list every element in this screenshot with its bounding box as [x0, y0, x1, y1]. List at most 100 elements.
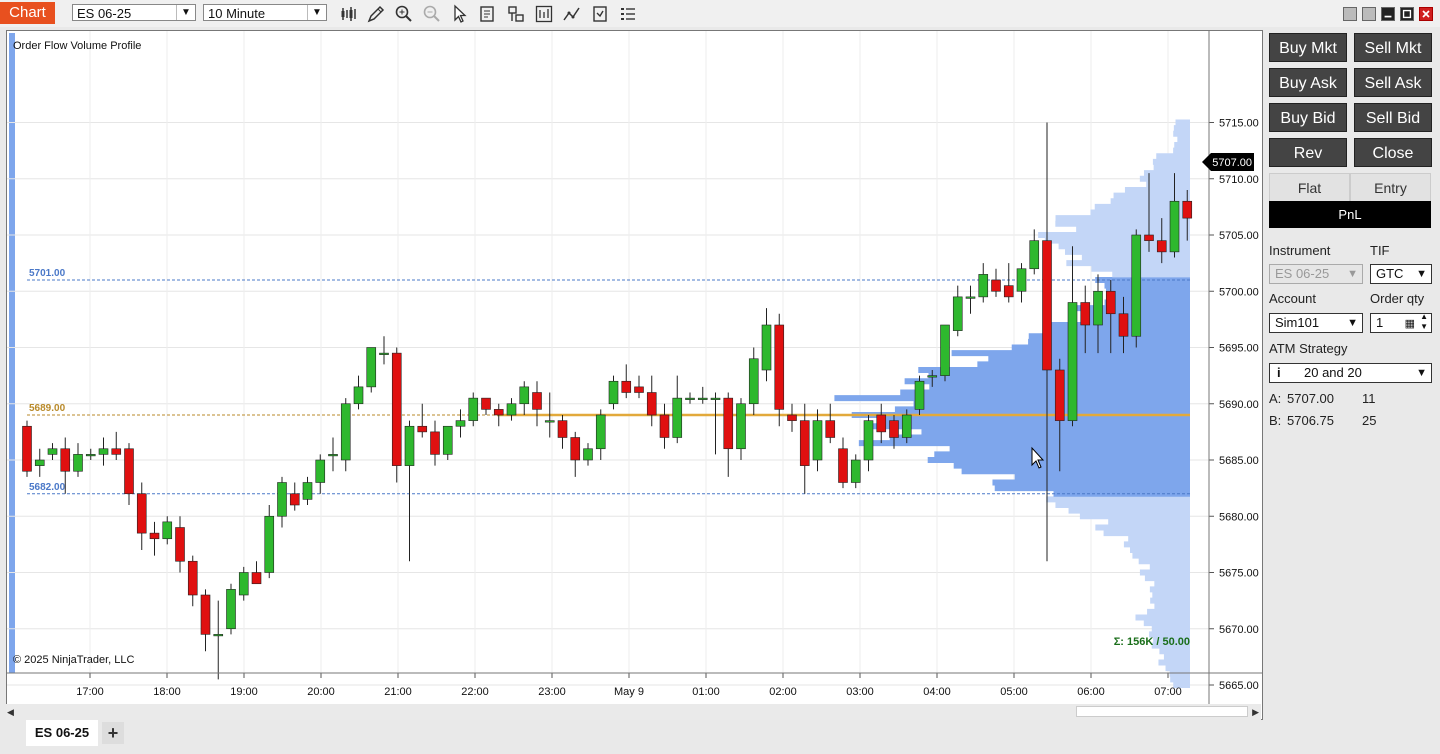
pointer-icon[interactable]	[450, 4, 470, 24]
data-box-icon[interactable]	[478, 4, 498, 24]
candle-body	[162, 521, 173, 540]
buy-ask-button[interactable]: Buy Ask	[1269, 68, 1347, 97]
y-tick-label: 5690.00	[1219, 399, 1259, 411]
instrument-selector[interactable]: ES 06-25 ▼	[72, 4, 196, 21]
candle-body	[481, 397, 491, 410]
scrollbar-thumb[interactable]	[1076, 706, 1248, 717]
buy-market-button[interactable]: Buy Mkt	[1269, 33, 1347, 62]
candle-body	[608, 380, 619, 405]
chart-area[interactable]: 5701.00 5689.00 5682.00 5715.00 5710.00 5705…	[6, 30, 1263, 720]
profile-bar	[1113, 192, 1190, 199]
x-tick-label: May 9	[614, 686, 644, 698]
sell-ask-button[interactable]: Sell Ask	[1354, 68, 1432, 97]
candle	[774, 313, 785, 427]
sell-bid-button[interactable]: Sell Bid	[1354, 103, 1432, 132]
buy-bid-button[interactable]: Buy Bid	[1269, 103, 1347, 132]
candle-body	[1016, 268, 1027, 292]
chart-menu-button[interactable]: Chart	[0, 2, 55, 24]
tif-value: GTC	[1376, 266, 1404, 281]
scroll-left-icon[interactable]: ◀	[7, 707, 14, 718]
profile-bar	[1169, 670, 1190, 677]
templates-icon[interactable]	[590, 4, 610, 24]
tif-select[interactable]: GTC ▼	[1370, 264, 1432, 284]
profile-bar	[988, 355, 1190, 362]
candle	[417, 403, 428, 438]
reverse-button[interactable]: Rev	[1269, 138, 1347, 167]
candle	[468, 392, 479, 427]
bar-type-icon[interactable]	[339, 4, 359, 24]
x-tick-label: 01:00	[692, 686, 720, 698]
x-tick-label: 06:00	[1077, 686, 1105, 698]
drawing-tool-icon[interactable]	[366, 4, 386, 24]
horizontal-scrollbar[interactable]: ◀ ▶	[6, 704, 1261, 720]
candle-body	[379, 352, 389, 355]
chevron-down-icon: ▼	[1416, 268, 1427, 280]
profile-bar	[1014, 473, 1190, 480]
candle-body	[557, 420, 568, 438]
profile-bar	[1147, 608, 1190, 615]
tab-es-06-25[interactable]: ES 06-25	[26, 720, 98, 746]
order-qty-input[interactable]: 1 ▦ ▲ ▼	[1370, 312, 1432, 333]
profile-bar	[1135, 614, 1190, 621]
instrument-field-value: ES 06-25	[1275, 266, 1330, 281]
candle	[493, 403, 504, 427]
x-tick-label: 07:00	[1154, 686, 1182, 698]
quantity-stepper[interactable]: ▲ ▼	[1420, 312, 1428, 332]
indicators-icon[interactable]	[506, 4, 526, 24]
ask-price: 5707.00	[1287, 391, 1334, 406]
candle-body	[889, 420, 899, 438]
candle	[710, 392, 721, 455]
instrument-value: ES 06-25	[77, 6, 132, 21]
calculator-icon[interactable]: ▦	[1405, 315, 1415, 333]
info-icon[interactable]: i	[1277, 364, 1281, 382]
profile-bar	[1011, 344, 1190, 351]
window-pin-icon[interactable]	[1362, 7, 1376, 21]
close-position-button[interactable]: Close	[1354, 138, 1432, 167]
candle	[583, 443, 593, 466]
profile-bar	[1112, 271, 1190, 278]
candle-body	[532, 392, 542, 410]
candle-body	[863, 420, 874, 461]
profile-bar	[1095, 524, 1190, 531]
minimize-icon[interactable]	[1381, 7, 1395, 21]
profile-bar	[1123, 541, 1190, 548]
close-icon[interactable]	[1419, 7, 1433, 21]
y-tick-label: 5705.00	[1219, 230, 1259, 242]
profile-bar	[1138, 558, 1190, 565]
profile-bar	[1124, 187, 1190, 193]
x-tick-label: 21:00	[384, 686, 412, 698]
atm-strategy-select[interactable]: i 20 and 20 ▼	[1269, 363, 1432, 383]
scroll-right-icon[interactable]: ▶	[1252, 707, 1259, 718]
candle-body	[73, 454, 83, 472]
candle	[659, 403, 670, 449]
candle	[277, 476, 287, 528]
profile-bar	[1106, 293, 1190, 300]
candle	[379, 336, 389, 365]
window-restore-icon[interactable]	[1343, 7, 1357, 21]
properties-list-icon[interactable]	[618, 4, 638, 24]
profile-bar	[1144, 575, 1190, 582]
maximize-icon[interactable]	[1400, 7, 1414, 21]
candle	[22, 420, 32, 477]
profile-bar	[1108, 518, 1190, 525]
chevron-down-icon: ▼	[176, 5, 195, 20]
profile-bar	[1174, 142, 1190, 148]
profile-bar	[1045, 327, 1190, 334]
interval-selector[interactable]: 10 Minute ▼	[203, 4, 327, 21]
x-tick-label: 23:00	[538, 686, 566, 698]
y-tick-label: 5665.00	[1219, 680, 1259, 692]
candle	[812, 409, 823, 472]
add-tab-button[interactable]: +	[102, 722, 124, 744]
candle-body	[978, 274, 989, 298]
profile-bar	[1177, 136, 1190, 143]
zoom-in-icon[interactable]	[394, 4, 414, 24]
account-select[interactable]: Sim101 ▼	[1269, 313, 1363, 333]
price-chart[interactable]: 5701.00 5689.00 5682.00 5715.00 5710.00 5705…	[7, 31, 1262, 719]
candle-body	[111, 448, 122, 455]
zoom-out-icon[interactable]	[422, 4, 442, 24]
strategies-icon[interactable]	[534, 4, 554, 24]
candle	[200, 589, 211, 652]
candle-body	[838, 448, 848, 483]
trend-line-icon[interactable]	[562, 4, 582, 24]
sell-market-button[interactable]: Sell Mkt	[1354, 33, 1432, 62]
